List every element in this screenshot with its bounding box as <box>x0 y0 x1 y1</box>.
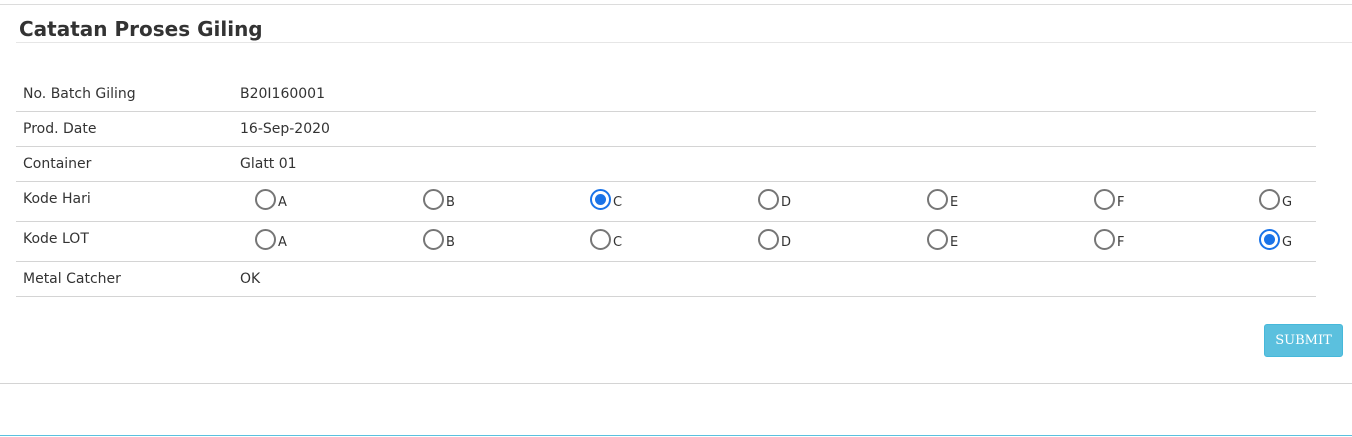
kode-hari-option-label-b: B <box>446 195 455 210</box>
kode-hari-radio-b[interactable] <box>423 189 444 210</box>
kode-lot-option-f[interactable]: F <box>1094 229 1124 250</box>
kode-hari-radio-a[interactable] <box>255 189 276 210</box>
container-row: Container Glatt 01 <box>16 146 1316 182</box>
metal-catcher-row: Metal Catcher OK <box>16 261 1316 297</box>
kode-hari-radio-f[interactable] <box>1094 189 1115 210</box>
kode-lot-option-d[interactable]: D <box>758 229 791 250</box>
kode-lot-option-label-f: F <box>1117 235 1125 250</box>
kode-lot-option-e[interactable]: E <box>927 229 958 250</box>
kode-hari-radio-g[interactable] <box>1259 189 1280 210</box>
kode-hari-label: Kode Hari <box>16 181 240 222</box>
kode-hari-radio-c[interactable] <box>590 189 611 210</box>
container-label: Container <box>16 146 240 182</box>
submit-button[interactable]: SUBMIT <box>1264 324 1343 357</box>
container-value: Glatt 01 <box>240 146 1316 182</box>
kode-lot-radio-f[interactable] <box>1094 229 1115 250</box>
kode-hari-row: Kode Hari A B C D E F G <box>16 181 1316 222</box>
kode-lot-option-label-e: E <box>950 235 959 250</box>
kode-hari-radio-e[interactable] <box>927 189 948 210</box>
kode-hari-option-g[interactable]: G <box>1259 189 1292 210</box>
metal-catcher-label: Metal Catcher <box>16 261 240 297</box>
panel-title: Catatan Proses Giling <box>19 17 263 41</box>
kode-hari-option-label-d: D <box>781 195 792 210</box>
kode-lot-option-label-b: B <box>446 235 455 250</box>
kode-hari-option-e[interactable]: E <box>927 189 958 210</box>
kode-hari-radio-group: A B C D E F G <box>240 182 1316 221</box>
kode-hari-option-label-a: A <box>278 195 287 210</box>
kode-lot-option-label-c: C <box>613 235 623 250</box>
kode-lot-option-g[interactable]: G <box>1259 229 1292 250</box>
kode-hari-radio-d[interactable] <box>758 189 779 210</box>
kode-lot-radio-b[interactable] <box>423 229 444 250</box>
accent-divider <box>0 435 1352 436</box>
kode-lot-label: Kode LOT <box>16 221 240 262</box>
kode-hari-option-c[interactable]: C <box>590 189 622 210</box>
kode-hari-option-b[interactable]: B <box>423 189 455 210</box>
kode-lot-radio-c[interactable] <box>590 229 611 250</box>
kode-lot-radio-g[interactable] <box>1259 229 1280 250</box>
kode-hari-option-label-f: F <box>1117 195 1125 210</box>
prod-date-value: 16-Sep-2020 <box>240 111 1316 147</box>
batch-row: No. Batch Giling B20I160001 <box>16 76 1316 112</box>
kode-lot-radio-group: A B C D E F G <box>240 222 1316 261</box>
metal-catcher-value: OK <box>240 261 1316 297</box>
batch-value: B20I160001 <box>240 76 1316 112</box>
kode-lot-radio-d[interactable] <box>758 229 779 250</box>
page: Catatan Proses Giling No. Batch Giling B… <box>0 0 1352 437</box>
kode-lot-radio-a[interactable] <box>255 229 276 250</box>
kode-lot-option-b[interactable]: B <box>423 229 455 250</box>
kode-lot-option-c[interactable]: C <box>590 229 622 250</box>
title-divider <box>16 42 1352 43</box>
kode-hari-option-label-c: C <box>613 195 623 210</box>
kode-hari-option-d[interactable]: D <box>758 189 791 210</box>
kode-lot-radio-e[interactable] <box>927 229 948 250</box>
kode-lot-option-label-g: G <box>1282 235 1293 250</box>
kode-lot-option-label-a: A <box>278 235 287 250</box>
kode-hari-option-label-e: E <box>950 195 959 210</box>
prod-date-label: Prod. Date <box>16 111 240 147</box>
kode-hari-option-label-g: G <box>1282 195 1293 210</box>
batch-label: No. Batch Giling <box>16 76 240 112</box>
kode-hari-option-f[interactable]: F <box>1094 189 1124 210</box>
kode-lot-row: Kode LOT A B C D E F G <box>16 221 1316 262</box>
prod-date-row: Prod. Date 16-Sep-2020 <box>16 111 1316 147</box>
kode-lot-option-label-d: D <box>781 235 792 250</box>
kode-lot-option-a[interactable]: A <box>255 229 287 250</box>
top-divider <box>0 4 1352 5</box>
footer-divider <box>0 383 1352 384</box>
kode-hari-option-a[interactable]: A <box>255 189 287 210</box>
form-table: No. Batch Giling B20I160001 Prod. Date 1… <box>16 76 1316 297</box>
